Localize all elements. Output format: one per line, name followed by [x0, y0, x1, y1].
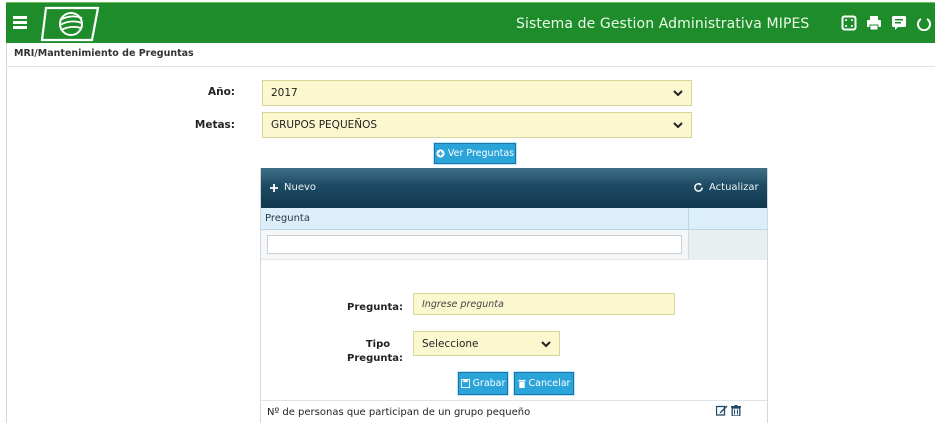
refresh-button[interactable]: Actualizar — [693, 182, 759, 193]
row-question-text: Nº de personas que participan de un grup… — [267, 407, 531, 418]
goal-select-value: GRUPOS PEQUEÑOS — [271, 119, 378, 131]
grid-filter-row — [261, 230, 767, 260]
type-label-line-1: Tipo — [365, 339, 391, 350]
question-type-value: Seleccione — [422, 337, 479, 350]
plus-circle-icon — [436, 149, 445, 158]
breadcrumb-divider — [6, 66, 935, 67]
grid-toolbar: Nuevo Actualizar — [261, 168, 767, 208]
menu-icon[interactable] — [13, 16, 27, 29]
year-select[interactable]: 2017 — [262, 80, 692, 106]
question-filter-input[interactable] — [267, 235, 682, 254]
trash-icon — [517, 379, 526, 388]
save-button-label: Grabar — [472, 378, 506, 389]
table-row[interactable]: Nº de personas que participan de un grup… — [261, 400, 767, 423]
delete-icon[interactable] — [731, 405, 741, 416]
year-label: Año: — [207, 86, 235, 98]
type-label-line-2: Pregunta: — [347, 353, 403, 364]
new-button[interactable]: Nuevo — [269, 182, 316, 193]
save-button[interactable]: Grabar — [458, 372, 508, 395]
refresh-button-label: Actualizar — [709, 182, 759, 193]
goal-select[interactable]: GRUPOS PEQUEÑOS — [262, 112, 692, 138]
column-header-question[interactable]: Pregunta — [265, 213, 310, 224]
breadcrumb: MRI/Mantenimiento de Preguntas — [14, 48, 194, 59]
app-title: Sistema de Gestion Administrativa MIPES — [516, 16, 810, 32]
goal-label: Metas: — [194, 119, 235, 131]
new-button-label: Nuevo — [284, 182, 317, 193]
plus-icon — [270, 183, 278, 192]
view-questions-label: Ver Preguntas — [447, 148, 515, 159]
expand-icon[interactable] — [841, 15, 857, 31]
column-divider — [688, 208, 689, 230]
filter-row-actions-cell — [688, 230, 767, 260]
cancel-button[interactable]: Cancelar — [514, 372, 574, 395]
chevron-down-icon — [673, 90, 683, 97]
grid-column-header: Pregunta — [261, 208, 767, 230]
cancel-button-label: Cancelar — [528, 378, 571, 389]
year-select-value: 2017 — [271, 87, 298, 99]
questions-grid: Nuevo Actualizar Pregunta Pregunta: Ingr… — [260, 168, 768, 423]
top-header-bar: Sistema de Gestion Administrativa MIPES — [6, 2, 935, 43]
question-type-select[interactable]: Seleccione — [413, 331, 560, 356]
refresh-icon — [694, 182, 703, 192]
row-actions — [716, 405, 741, 416]
edit-icon[interactable] — [716, 405, 728, 416]
floppy-disk-icon — [460, 379, 470, 388]
page-left-border — [6, 43, 7, 423]
print-icon[interactable] — [866, 15, 882, 31]
chevron-down-icon — [673, 122, 683, 129]
chevron-down-icon — [541, 340, 551, 347]
type-field-label: Tipo Pregunta: — [339, 338, 403, 366]
question-input[interactable]: Ingrese pregunta — [413, 293, 675, 315]
logo[interactable] — [40, 6, 102, 42]
question-field-label: Pregunta: — [347, 302, 403, 313]
view-questions-button[interactable]: Ver Preguntas — [434, 143, 516, 164]
message-icon[interactable] — [891, 15, 907, 31]
question-input-placeholder: Ingrese pregunta — [422, 298, 504, 310]
power-icon[interactable] — [917, 15, 931, 31]
